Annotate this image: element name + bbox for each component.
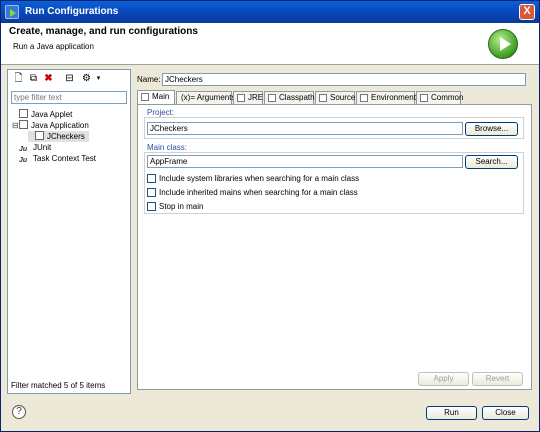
tree-item-task-context-test[interactable]: Ju Task Context Test [12,153,96,164]
include-inherited-mains-checkbox[interactable]: Include inherited mains when searching f… [147,187,358,198]
revert-button[interactable]: Revert [472,372,523,386]
window-title: Run Configurations [25,6,119,17]
arguments-icon: (x)= [181,93,195,102]
tree-toolbar: 🗋 ⧉ ✖ ⊟ ⚙ ▾ [10,72,128,88]
main-class-label: Main class: [147,143,188,152]
tab-label: Source [330,93,356,102]
project-field[interactable]: JCheckers [147,122,463,135]
include-system-libraries-checkbox[interactable]: Include system libraries when searching … [147,173,359,184]
tree-item-java-application[interactable]: ⊟ Java Application [12,120,89,131]
tree-item-label: Java Application [31,121,89,130]
dialog-header: Create, manage, and run configurations R… [1,23,539,65]
checkbox-label: Stop in main [159,202,204,211]
duplicate-icon[interactable]: ⧉ [27,73,40,86]
run-configurations-window: Run Configurations X Create, manage, and… [0,0,540,432]
tab-arguments[interactable]: (x)= Arguments [176,91,235,104]
new-config-icon[interactable]: 🗋 [12,73,25,86]
title-bar[interactable]: Run Configurations X [1,1,539,23]
filter-input[interactable] [11,91,127,104]
tab-jre[interactable]: JRE [233,91,263,104]
classpath-icon [268,94,276,102]
tree-item-junit[interactable]: Ju JUnit [12,142,51,153]
tab-label: Environment [371,93,416,102]
tab-common[interactable]: Common [416,91,464,104]
tab-label: Common [431,93,464,102]
name-field[interactable]: JCheckers [162,73,526,86]
run-icon [488,29,518,59]
tab-label: Arguments [196,93,236,102]
checkbox-label: Include system libraries when searching … [159,174,360,183]
header-title: Create, manage, and run configurations [9,26,198,37]
common-icon [420,94,428,102]
environment-icon [360,94,368,102]
name-label: Name: [137,75,161,84]
delete-icon[interactable]: ✖ [42,73,55,86]
browse-button[interactable]: Browse... [465,122,518,136]
main-tab-panel: Project: JCheckers Browse... Main class:… [137,104,532,390]
stop-in-main-checkbox[interactable]: Stop in main [147,201,203,212]
tree-item-jcheckers[interactable]: JCheckers [28,131,89,142]
tab-source[interactable]: Source [315,91,355,104]
project-label: Project: [147,108,175,117]
filter-status: Filter matched 5 of 5 items [11,381,106,390]
close-button[interactable]: Close [482,406,529,420]
main-class-field[interactable]: AppFrame [147,155,463,168]
main-tab-icon [141,93,149,101]
checkbox-box[interactable] [147,202,156,211]
tab-label: Classpath [279,93,315,102]
help-icon[interactable]: ? [12,405,26,419]
checkbox-label: Include inherited mains when searching f… [159,188,358,197]
java-application-icon [19,120,28,129]
tree-item-label: JUnit [33,143,52,152]
tree-item-label: Task Context Test [33,154,96,163]
tree-item-java-applet[interactable]: Java Applet [12,109,72,120]
configuration-tree-panel: 🗋 ⧉ ✖ ⊟ ⚙ ▾ Java Applet ⊟ Java Applicatio… [7,69,131,394]
run-button[interactable]: Run [426,406,477,420]
junit-icon: Ju [19,144,30,153]
checkbox-box[interactable] [147,174,156,183]
java-applet-icon [19,109,28,118]
tab-classpath[interactable]: Classpath [264,91,315,104]
task-context-icon: Ju [19,155,30,164]
header-subtitle: Run a Java application [13,42,94,51]
collapse-all-icon[interactable]: ⊟ [63,73,76,86]
filter-menu-chevron-down-icon[interactable]: ▾ [92,73,105,86]
jre-icon [237,94,245,102]
collapse-icon[interactable]: ⊟ [12,120,19,131]
tab-label: Main [152,92,170,101]
apply-button[interactable]: Apply [418,372,469,386]
tree-item-label: JCheckers [47,132,85,141]
source-icon [319,94,327,102]
checkbox-box[interactable] [147,188,156,197]
java-launch-icon [35,131,44,140]
search-button[interactable]: Search... [465,155,518,169]
tab-label: JRE [248,93,264,102]
tab-main[interactable]: Main [137,90,175,105]
tree-item-label: Java Applet [31,110,73,119]
app-icon [5,5,19,19]
tab-environment[interactable]: Environment [356,91,416,104]
close-window-button[interactable]: X [519,4,535,20]
